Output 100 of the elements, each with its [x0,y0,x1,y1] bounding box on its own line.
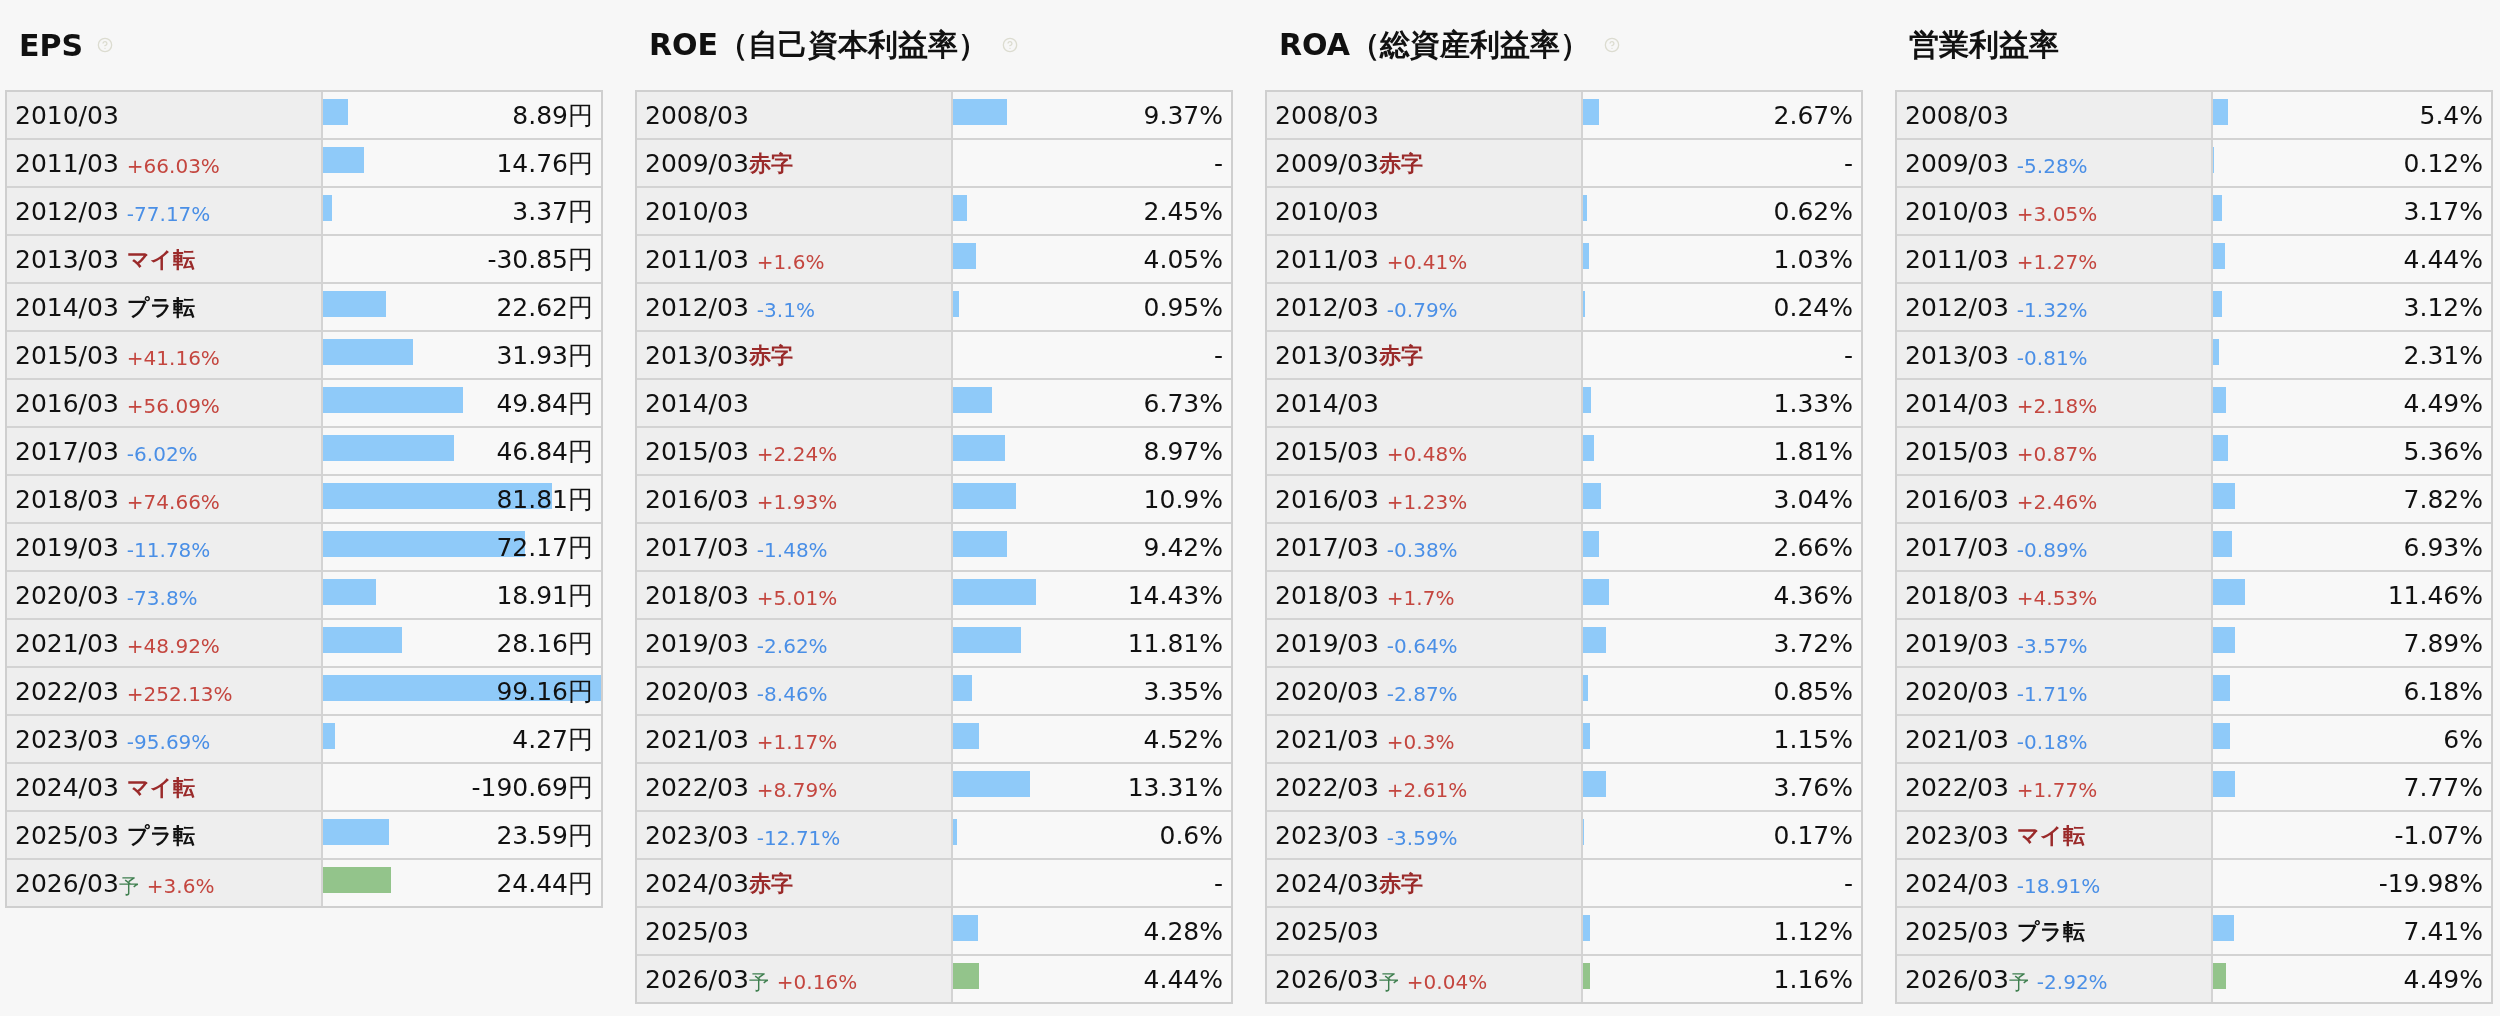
value-text: 3.12% [2403,292,2483,322]
change-note: +8.79% [756,778,838,802]
period-label: 2022/03 [645,772,749,802]
value-text: 11.81% [1127,628,1223,658]
value-text: 6.73% [1143,388,1223,418]
period-label: 2023/03 [1905,820,2009,850]
value-text: 13.31% [1127,772,1223,802]
change-note: +41.16% [126,346,220,370]
change-note: +2.61% [1386,778,1468,802]
help-icon[interactable] [1604,37,1620,53]
period-label: 2011/03 [15,148,119,178]
value-text: 4.49% [2403,388,2483,418]
change-note: +3.05% [2016,202,2098,226]
value-text: 46.84円 [496,435,593,468]
change-note: +56.09% [126,394,220,418]
value-text: 8.89円 [512,99,593,132]
value-text: 8.97% [1143,436,1223,466]
period-label: 2016/03 [645,484,749,514]
change-note: 赤字 [748,870,793,898]
change-note: -12.71% [756,826,841,850]
help-icon[interactable] [1002,37,1019,53]
period-label: 2010/03 [1905,196,2009,226]
change-note: +1.7% [1386,586,1455,610]
change-note: +0.3% [1386,730,1455,754]
value-text: 24.44円 [496,867,593,900]
change-note: +1.93% [756,490,838,514]
change-note: +252.13% [126,682,233,706]
change-note: -5.28% [2016,154,2088,178]
period-label: 2011/03 [645,244,749,274]
period-label: 2024/03 [645,868,749,898]
change-note: +0.48% [1386,442,1468,466]
change-note: +66.03% [126,154,220,178]
period-label: 2009/03 [645,148,749,178]
period-label: 2018/03 [15,484,119,514]
change-note: -95.69% [126,730,211,754]
change-note: -77.17% [126,202,211,226]
period-label: 2008/03 [645,100,749,130]
value-text: 9.37% [1143,100,1223,130]
period-label: 2014/03 [1275,388,1379,418]
value-text: 6.18% [2403,676,2483,706]
help-icon[interactable] [97,37,114,53]
value-text: 7.41% [2403,916,2483,946]
value-text: 28.16円 [496,627,593,660]
period-label: 2016/03 [15,388,119,418]
panel-title: 営業利益率 [1909,25,2059,64]
change-note: 赤字 [1378,342,1423,370]
change-note: +74.66% [126,490,220,514]
period-label: 2019/03 [1275,628,1379,658]
value-text: 1.16% [1773,964,1853,994]
change-note: +2.46% [2016,490,2098,514]
period-label: 2026/03 [645,964,749,994]
value-text: 5.4% [2419,100,2483,130]
period-label: 2021/03 [1275,724,1379,754]
value-text: 4.52% [1143,724,1223,754]
period-label: 2017/03 [15,436,119,466]
change-note: マイ転 [2016,822,2085,850]
change-note: -2.92% [2036,970,2108,994]
period-label: 2014/03 [15,292,119,322]
change-note: -1.32% [2016,298,2088,322]
value-text: 7.82% [2403,484,2483,514]
value-text: 4.49% [2403,964,2483,994]
value-text: 3.76% [1773,772,1853,802]
period-label: 2024/03 [1275,868,1379,898]
period-label: 2013/03 [15,244,119,274]
period-label: 2020/03 [1275,676,1379,706]
value-text: 18.91円 [496,579,593,612]
value-text: 0.6% [1159,820,1223,850]
change-note: +0.16% [776,970,858,994]
period-label: 2021/03 [645,724,749,754]
panel-title: ROE（自己資本利益率） [649,25,989,64]
value-text: 1.81% [1773,436,1853,466]
change-note: -2.62% [756,634,828,658]
period-label: 2013/03 [1905,340,2009,370]
period-label: 2019/03 [1905,628,2009,658]
change-note: プラ転 [126,294,195,322]
value-text: 1.15% [1773,724,1853,754]
change-note: -73.8% [126,586,198,610]
change-note: +3.6% [146,874,215,898]
period-label: 2022/03 [1905,772,2009,802]
value-text: 72.17円 [496,531,593,564]
period-label: 2026/03 [1905,964,2009,994]
period-label: 2024/03 [15,772,119,802]
change-note: -6.02% [126,442,198,466]
period-label: 2025/03 [1275,916,1379,946]
period-label: 2018/03 [645,580,749,610]
value-text: 10.9% [1143,484,1223,514]
value-text: 3.17% [2403,196,2483,226]
period-label: 2026/03 [1275,964,1379,994]
value-text: - [1213,340,1223,370]
value-text: 4.28% [1143,916,1223,946]
period-label: 2015/03 [1275,436,1379,466]
change-note: +0.87% [2016,442,2098,466]
period-label: 2008/03 [1275,100,1379,130]
value-text: - [1843,148,1853,178]
period-label: 2012/03 [645,292,749,322]
period-label: 2018/03 [1275,580,1379,610]
change-note: +1.17% [756,730,838,754]
change-note: -0.18% [2016,730,2088,754]
change-note: マイ転 [126,246,195,274]
value-text: 4.44% [2403,244,2483,274]
